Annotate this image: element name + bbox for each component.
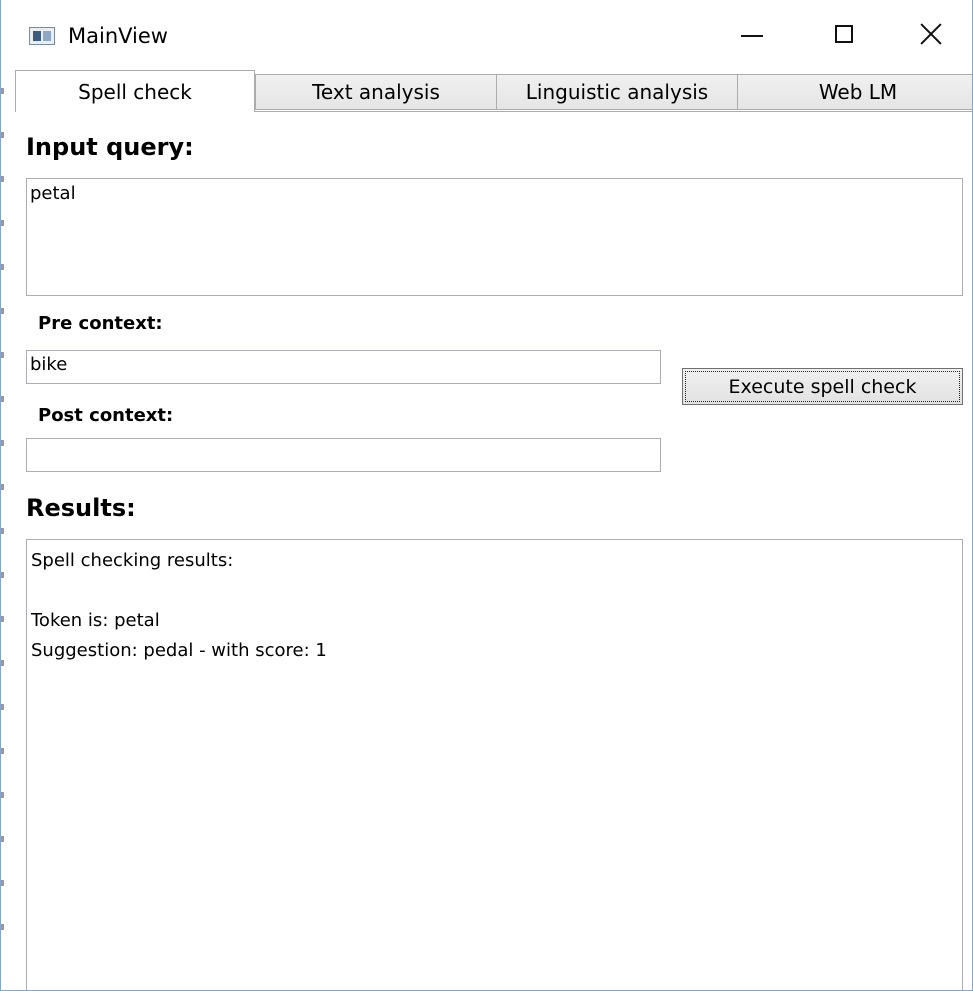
main-window: MainView Spell check Text analysis Lingu… — [0, 0, 973, 991]
app-window-icon — [29, 27, 55, 45]
tab-spell-check[interactable]: Spell check — [15, 70, 255, 112]
input-query-field[interactable]: petal — [26, 178, 963, 296]
results-line — [31, 576, 958, 606]
maximize-button[interactable] — [798, 0, 890, 68]
input-query-heading: Input query: — [26, 133, 194, 161]
window-title: MainView — [68, 24, 168, 48]
close-button[interactable] — [890, 0, 972, 68]
tab-strip: Spell check Text analysis Linguistic ana… — [15, 70, 972, 112]
window-edge-marks — [1, 50, 4, 950]
execute-spell-check-button[interactable]: Execute spell check — [682, 368, 963, 405]
title-bar[interactable]: MainView — [1, 0, 972, 68]
execute-spell-check-label: Execute spell check — [728, 375, 917, 398]
post-context-field[interactable] — [26, 438, 661, 472]
post-context-label: Post context: — [38, 405, 174, 426]
results-output[interactable]: Spell checking results: Token is: petal … — [26, 539, 963, 990]
minimize-button[interactable] — [706, 0, 798, 68]
maximize-icon — [835, 25, 853, 43]
tab-web-lm[interactable]: Web LM — [737, 74, 972, 110]
results-line: Spell checking results: — [31, 550, 234, 571]
minimize-icon — [741, 35, 763, 37]
results-line: Token is: petal — [31, 610, 160, 631]
results-line: Suggestion: pedal - with score: 1 — [31, 640, 327, 661]
tab-linguistic-analysis[interactable]: Linguistic analysis — [496, 74, 738, 110]
tab-text-analysis[interactable]: Text analysis — [255, 74, 497, 110]
results-heading: Results: — [26, 494, 136, 522]
pre-context-label: Pre context: — [38, 313, 163, 334]
pre-context-field[interactable]: bike — [26, 350, 661, 384]
close-icon — [920, 23, 942, 45]
